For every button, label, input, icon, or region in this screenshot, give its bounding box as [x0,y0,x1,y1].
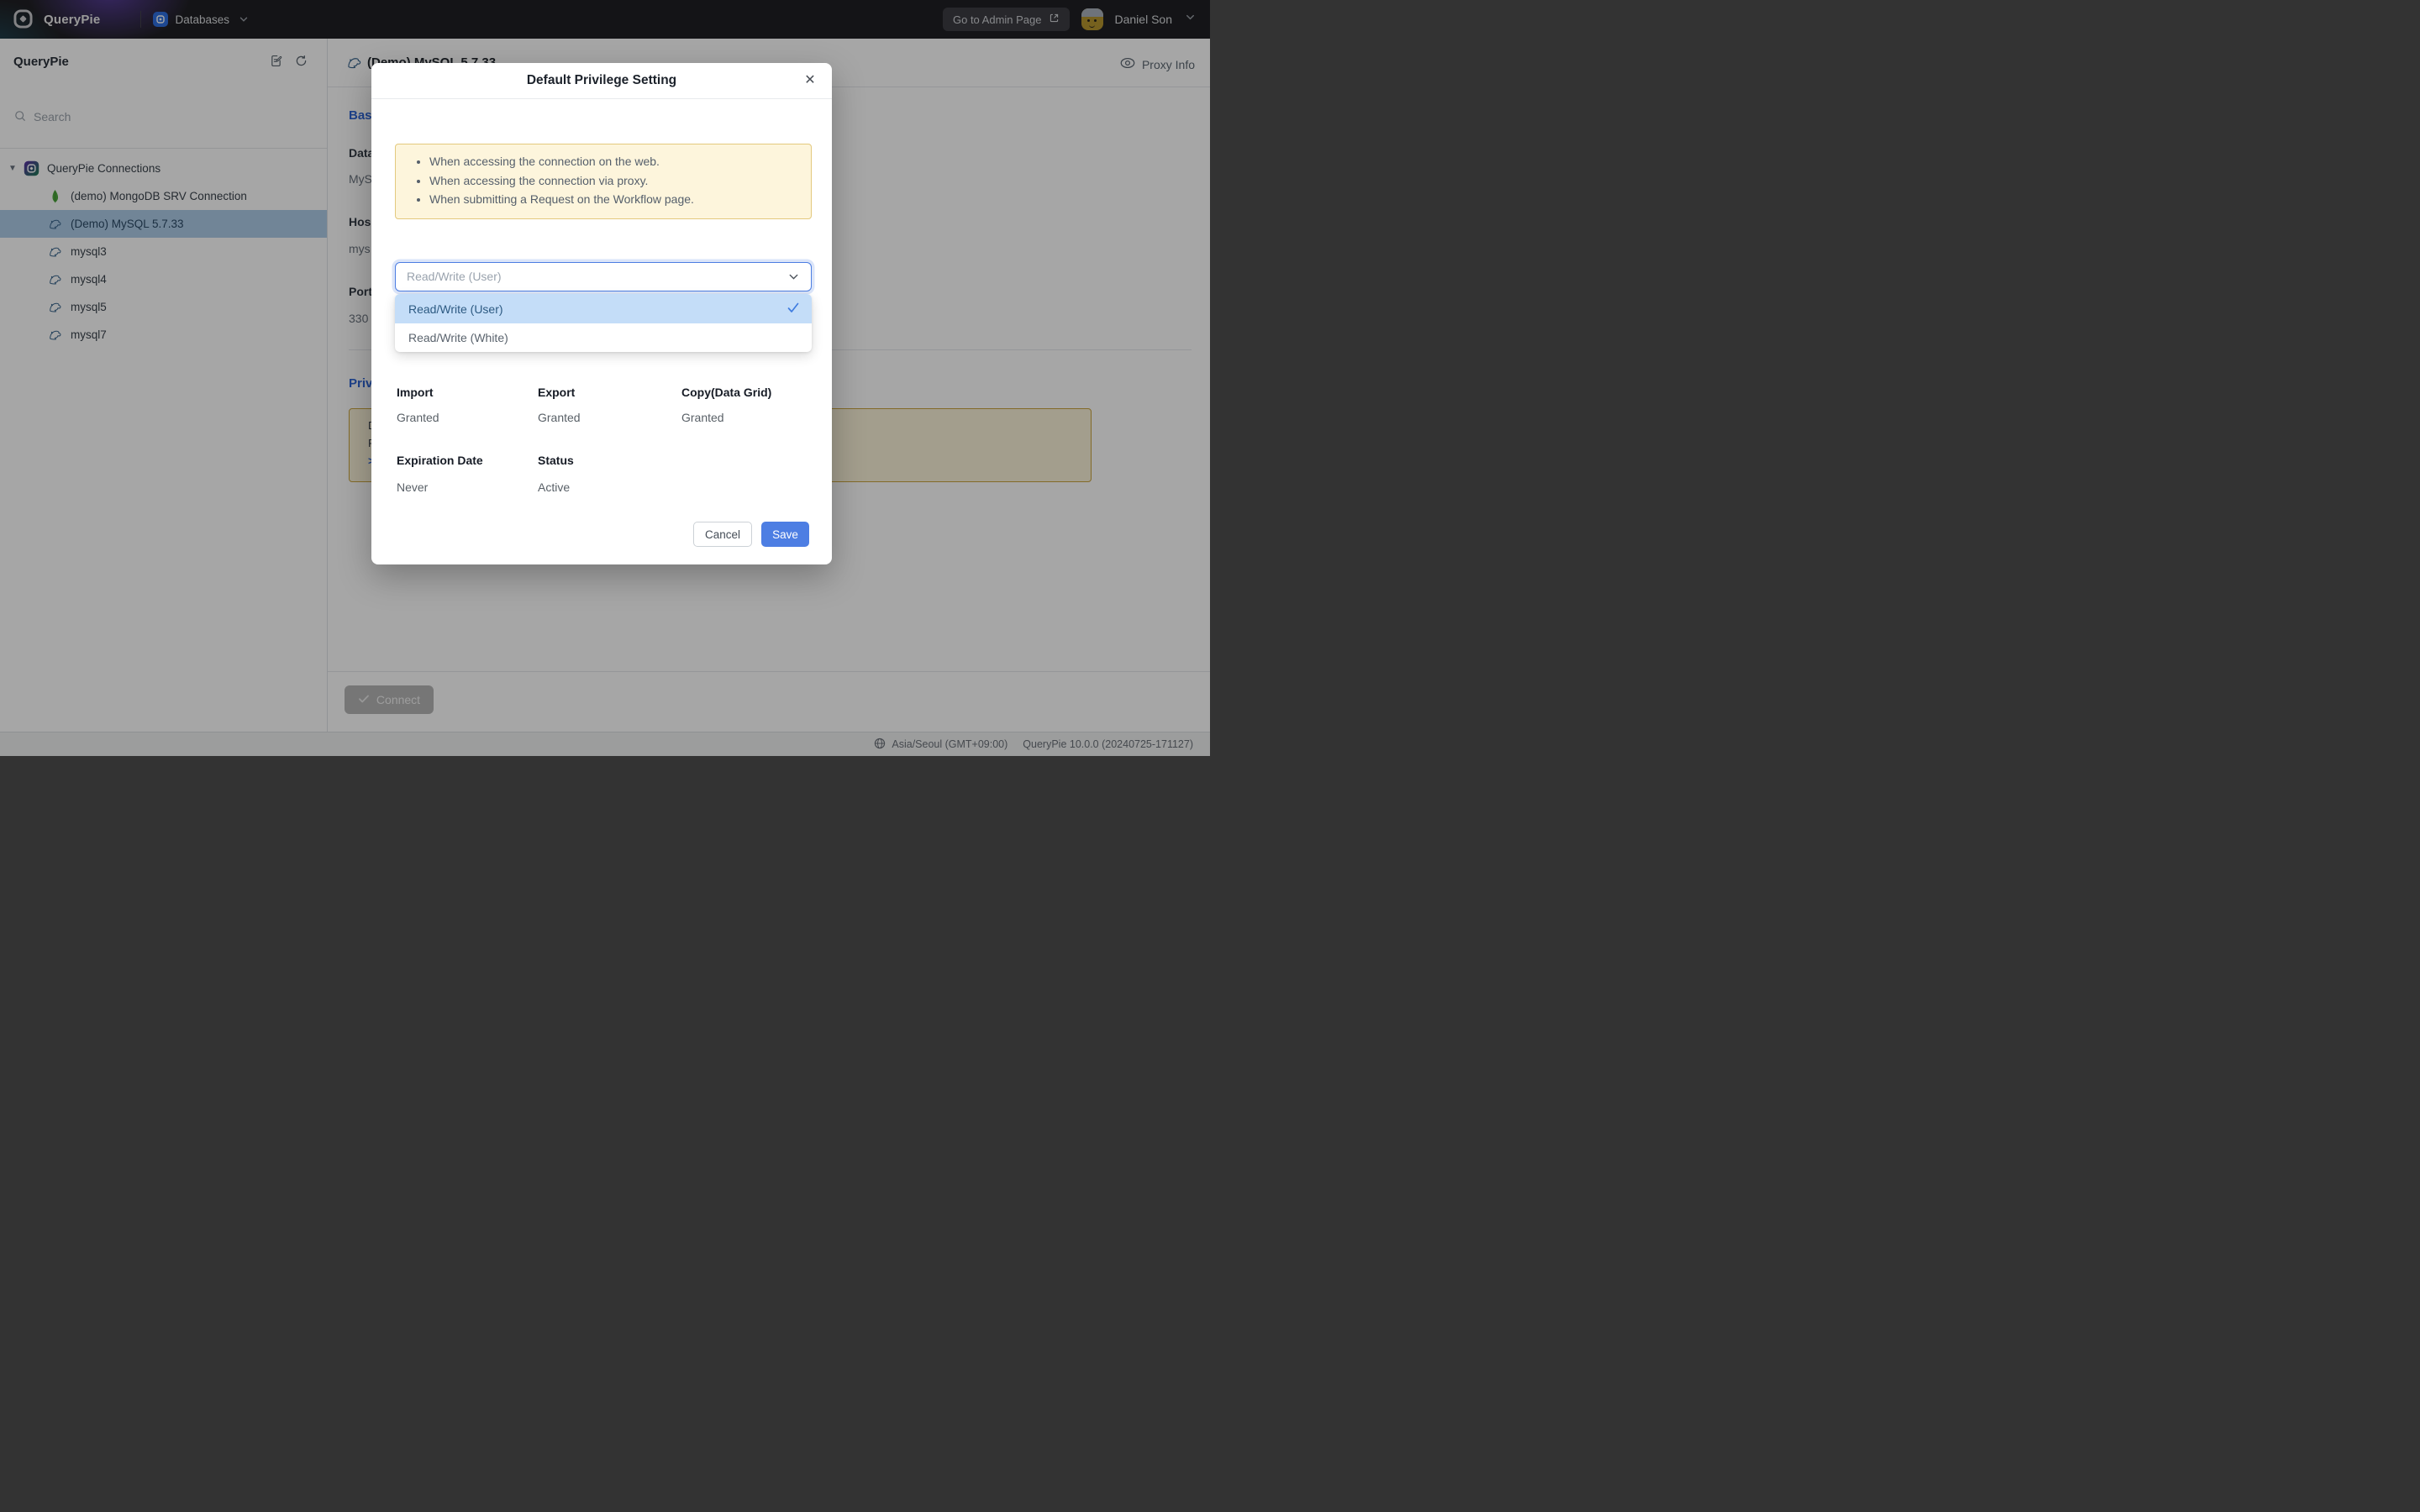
status-label: Status [538,454,574,467]
expiration-date-label: Expiration Date [397,454,483,467]
import-value: Granted [397,411,439,424]
export-label: Export [538,386,575,399]
chevron-down-icon [787,270,800,287]
modal-header-divider [371,98,832,99]
copy-data-grid-value: Granted [681,411,724,424]
dropdown-option-read-write-white[interactable]: Read/Write (White) [395,323,812,352]
status-value: Active [538,480,570,494]
modal-title: Default Privilege Setting [371,63,832,98]
privilege-select-value: Read/Write (User) [407,270,502,283]
notice-bullet: When accessing the connection via proxy. [429,171,797,191]
dropdown-option-read-write-user[interactable]: Read/Write (User) [395,294,812,323]
checkmark-icon [786,302,800,317]
privilege-select[interactable]: Read/Write (User) [395,262,812,291]
option-label: Read/Write (White) [408,331,508,344]
copy-data-grid-label: Copy(Data Grid) [681,386,771,399]
option-label: Read/Write (User) [408,302,503,316]
export-value: Granted [538,411,581,424]
expiration-date-value: Never [397,480,428,494]
notice-bullet: When submitting a Request on the Workflo… [429,190,797,209]
cancel-button[interactable]: Cancel [693,522,752,547]
app-window: QueryPie Databases Go to Admin Page Dani… [0,0,1210,756]
notice-box: When accessing the connection on the web… [395,144,812,219]
notice-bullet: When accessing the connection on the web… [429,152,797,171]
save-button[interactable]: Save [761,522,809,547]
privilege-dropdown: Read/Write (User) Read/Write (White) [395,294,812,352]
import-label: Import [397,386,434,399]
close-icon[interactable]: ✕ [800,71,820,91]
default-privilege-setting-modal: Default Privilege Setting ✕ Default Priv… [371,63,832,564]
